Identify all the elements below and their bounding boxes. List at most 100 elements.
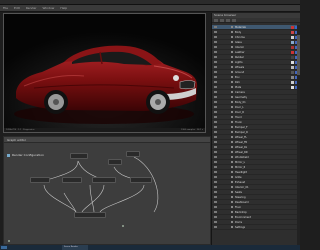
color-swatch[interactable] [291,70,294,74]
row-checkbox[interactable] [231,56,233,58]
node-graph-panel[interactable]: Graph editor Render Configuration [3,136,211,245]
color-swatch[interactable] [291,85,294,89]
row-checkbox[interactable] [231,71,233,73]
row-checkbox[interactable] [231,166,233,168]
menu-item-edit[interactable]: Edit [14,6,20,10]
row-checkbox[interactable] [231,121,233,123]
row-checkbox[interactable] [231,186,233,188]
row-checkbox[interactable] [231,106,233,108]
row-checkbox[interactable] [231,221,233,223]
graph-node[interactable] [92,177,116,183]
color-swatch[interactable] [291,60,294,64]
add-button[interactable] [214,18,218,22]
menu-item-window[interactable]: Window [43,6,55,10]
remove-button[interactable] [220,18,224,22]
visibility-icon[interactable] [214,166,217,168]
visibility-icon[interactable] [214,191,217,193]
row-checkbox[interactable] [231,226,233,228]
row-checkbox[interactable] [231,101,233,103]
row-checkbox[interactable] [231,91,233,93]
visibility-icon[interactable] [214,226,217,228]
color-swatch[interactable] [291,40,294,44]
row-checkbox[interactable] [231,96,233,98]
visibility-icon[interactable] [214,156,217,158]
visibility-icon[interactable] [214,196,217,198]
graph-node[interactable] [130,177,152,183]
start-button[interactable] [1,246,7,249]
visibility-icon[interactable] [214,41,217,43]
visibility-icon[interactable] [214,176,217,178]
row-checkbox[interactable] [231,146,233,148]
row-checkbox[interactable] [231,116,233,118]
visibility-icon[interactable] [214,106,217,108]
visibility-icon[interactable] [214,161,217,163]
row-checkbox[interactable] [231,151,233,153]
filter-button[interactable] [226,18,230,22]
visibility-icon[interactable] [214,111,217,113]
visibility-icon[interactable] [214,36,217,38]
scene-row[interactable]: Settings [212,225,300,230]
scrollbar-thumb[interactable] [297,35,300,75]
row-checkbox[interactable] [231,201,233,203]
visibility-icon[interactable] [214,146,217,148]
visibility-icon[interactable] [214,86,217,88]
visibility-icon[interactable] [214,216,217,218]
row-checkbox[interactable] [231,196,233,198]
visibility-icon[interactable] [214,96,217,98]
color-swatch[interactable] [291,35,294,39]
visibility-icon[interactable] [214,136,217,138]
visibility-icon[interactable] [214,46,217,48]
node-port[interactable] [122,225,124,227]
visibility-icon[interactable] [214,56,217,58]
taskbar-task-button[interactable]: Scene Render [62,245,88,250]
color-swatch[interactable] [291,65,294,69]
graph-node[interactable] [74,212,106,218]
color-swatch[interactable] [291,45,294,49]
graph-node[interactable] [62,177,82,183]
node-port[interactable] [8,240,10,242]
row-checkbox[interactable] [231,41,233,43]
row-checkbox[interactable] [231,26,233,28]
row-checkbox[interactable] [231,136,233,138]
color-swatch[interactable] [291,80,294,84]
color-swatch[interactable] [291,75,294,79]
graph-node[interactable] [70,153,88,159]
row-checkbox[interactable] [231,126,233,128]
row-checkbox[interactable] [231,171,233,173]
visibility-icon[interactable] [214,61,217,63]
visibility-icon[interactable] [214,26,217,28]
visibility-icon[interactable] [214,201,217,203]
visibility-icon[interactable] [214,141,217,143]
visibility-icon[interactable] [214,81,217,83]
row-checkbox[interactable] [231,211,233,213]
settings-button[interactable] [232,18,236,22]
row-checkbox[interactable] [231,31,233,33]
row-checkbox[interactable] [231,76,233,78]
visibility-icon[interactable] [214,181,217,183]
row-checkbox[interactable] [231,111,233,113]
menu-item-file[interactable]: File [3,6,8,10]
row-checkbox[interactable] [231,46,233,48]
row-checkbox[interactable] [231,141,233,143]
visibility-icon[interactable] [214,131,217,133]
row-checkbox[interactable] [231,51,233,53]
visibility-icon[interactable] [214,186,217,188]
row-checkbox[interactable] [231,191,233,193]
visibility-icon[interactable] [214,51,217,53]
visibility-icon[interactable] [214,126,217,128]
row-checkbox[interactable] [231,81,233,83]
row-checkbox[interactable] [231,61,233,63]
row-checkbox[interactable] [231,206,233,208]
row-checkbox[interactable] [231,176,233,178]
visibility-icon[interactable] [214,211,217,213]
render-viewport[interactable]: 1280x720 · 1:1 · Progressive 1360 sample… [3,13,206,133]
visibility-icon[interactable] [214,101,217,103]
row-checkbox[interactable] [231,86,233,88]
row-checkbox[interactable] [231,161,233,163]
visibility-icon[interactable] [214,71,217,73]
visibility-icon[interactable] [214,121,217,123]
scene-scrollbar[interactable] [297,25,300,250]
graph-node[interactable] [30,177,50,183]
visibility-icon[interactable] [214,171,217,173]
visibility-icon[interactable] [214,206,217,208]
